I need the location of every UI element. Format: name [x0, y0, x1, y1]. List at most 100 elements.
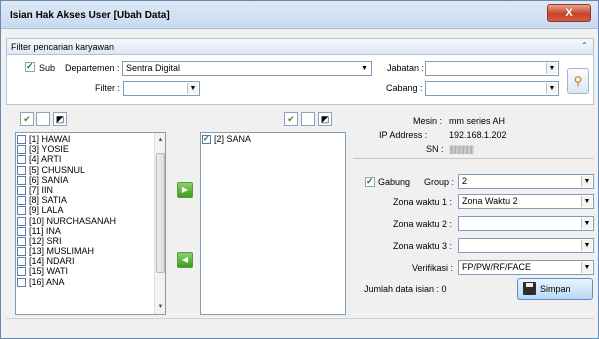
departemen-select[interactable]: Sentra Digital ▼: [122, 61, 372, 76]
list-item-checkbox[interactable]: [17, 206, 26, 216]
available-employee-list[interactable]: [1] HAWAI [3] YOSIE [4] ARTI [5] CHUSNUL [6]…: [15, 132, 166, 315]
list-item-label: [1] HAWAI: [29, 134, 71, 144]
group-select[interactable]: 2 ▼: [458, 174, 594, 189]
list-item-checkbox[interactable]: [17, 155, 26, 165]
list-item-checkbox[interactable]: [17, 165, 26, 175]
list-item-label: [9] LALA: [29, 205, 64, 216]
zona-waktu-2-select[interactable]: ▼: [458, 216, 594, 231]
close-button[interactable]: X: [547, 4, 591, 22]
list-item-checkbox[interactable]: [17, 247, 26, 257]
list-item[interactable]: [12] SRI: [16, 236, 165, 246]
zona-waktu-1-label: Zona waktu 1 :: [393, 197, 453, 207]
jumlah-data-isian: Jumlah data isian : 0: [364, 284, 447, 294]
list-item[interactable]: [3] YOSIE: [16, 144, 165, 155]
chevron-down-icon[interactable]: ▼: [581, 196, 592, 207]
list-item-checkbox[interactable]: [17, 145, 26, 155]
zona-waktu-3-select[interactable]: ▼: [458, 238, 594, 253]
chevron-down-icon[interactable]: ▼: [546, 83, 557, 94]
collapse-icon[interactable]: ⌃: [579, 41, 590, 52]
list-item-checkbox[interactable]: [17, 216, 26, 226]
jabatan-select[interactable]: ▼: [425, 61, 559, 76]
chevron-down-icon[interactable]: ▼: [581, 240, 592, 251]
list-item[interactable]: [10] NURCHASANAH: [16, 216, 165, 226]
zona-waktu-1-value: Zona Waktu 2: [462, 196, 518, 206]
check-all-left-icon[interactable]: ✔: [20, 112, 34, 126]
group-label: Group :: [424, 177, 455, 187]
uncheck-all-left-icon[interactable]: [36, 112, 50, 126]
left-list-scrollbar[interactable]: ▲ ▼: [154, 133, 165, 314]
save-icon: [523, 282, 536, 295]
list-item-checkbox[interactable]: [17, 196, 26, 206]
list-item-checkbox[interactable]: [17, 277, 26, 287]
list-item[interactable]: [9] LALA: [16, 205, 165, 216]
list-item-label: [5] CHUSNUL: [29, 164, 86, 175]
cabang-select[interactable]: ▼: [425, 81, 559, 96]
ip-address-value: 192.168.1.202: [449, 130, 507, 140]
selected-employee-list[interactable]: [2] SANA: [200, 132, 346, 315]
verifikasi-value: FP/PW/RF/FACE: [462, 262, 532, 272]
list-item-label: [14] NDARI: [29, 256, 75, 267]
scroll-down-icon[interactable]: ▼: [155, 302, 165, 312]
verifikasi-label: Verifikasi :: [412, 263, 454, 273]
move-left-button[interactable]: ◀: [177, 252, 193, 268]
list-item-checkbox[interactable]: [17, 236, 26, 246]
check-all-right-icon[interactable]: ✔: [284, 112, 298, 126]
filter-select[interactable]: ▼: [123, 81, 200, 96]
chevron-down-icon[interactable]: ▼: [581, 176, 592, 187]
list-item-label: [11] INA: [29, 225, 61, 236]
filter-header[interactable]: Filter pencarian karyawan ⌃: [6, 38, 594, 55]
departemen-value: Sentra Digital: [126, 63, 181, 73]
verifikasi-select[interactable]: FP/PW/RF/FACE ▼: [458, 260, 594, 275]
chevron-down-icon[interactable]: ▼: [359, 63, 370, 74]
section-divider: [353, 158, 594, 159]
zona-waktu-2-label: Zona waktu 2 :: [393, 219, 453, 229]
list-item[interactable]: [8] SATIA: [16, 195, 165, 206]
group-value: 2: [462, 176, 468, 186]
invert-selection-right-icon[interactable]: ◩: [318, 112, 332, 126]
save-button-label: Simpan: [540, 284, 571, 294]
list-item[interactable]: [2] SANA: [201, 134, 345, 144]
list-item-label: [12] SRI: [29, 235, 62, 246]
list-item-checkbox[interactable]: [17, 135, 26, 144]
list-item[interactable]: [15] WATI: [16, 266, 165, 277]
list-item[interactable]: [16] ANA: [16, 277, 165, 287]
list-item-checkbox[interactable]: [17, 267, 26, 277]
gabung-checkbox[interactable]: [365, 176, 375, 187]
list-item[interactable]: [11] INA: [16, 226, 165, 236]
list-item[interactable]: [1] HAWAI: [16, 134, 165, 144]
scroll-up-icon[interactable]: ▲: [155, 135, 165, 145]
list-item-label: [2] SANA: [214, 134, 252, 144]
list-item-checkbox[interactable]: [17, 257, 26, 267]
list-item-label: [15] WATI: [29, 266, 69, 277]
sn-label: SN :: [426, 144, 444, 154]
ip-address-label: IP Address :: [379, 130, 428, 140]
filter-label: Filter :: [95, 83, 121, 93]
chevron-down-icon[interactable]: ▼: [581, 262, 592, 273]
sub-checkbox[interactable]: [25, 61, 35, 72]
chevron-down-icon[interactable]: ▼: [581, 218, 592, 229]
invert-selection-left-icon[interactable]: ◩: [53, 112, 67, 126]
chevron-down-icon[interactable]: ▼: [187, 83, 198, 94]
title-bar[interactable]: Isian Hak Akses User [Ubah Data] X: [1, 1, 598, 29]
move-right-button[interactable]: ▶: [177, 182, 193, 198]
list-item-label: [8] SATIA: [29, 195, 67, 206]
list-item-checkbox[interactable]: [17, 226, 26, 236]
list-item[interactable]: [13] MUSLIMAH: [16, 246, 165, 257]
uncheck-all-right-icon[interactable]: [301, 112, 315, 126]
list-item-checkbox[interactable]: [17, 185, 26, 195]
chevron-down-icon[interactable]: ▼: [546, 63, 557, 74]
list-item-checkbox[interactable]: [202, 134, 211, 144]
list-item[interactable]: [7] IIN: [16, 185, 165, 195]
list-item-checkbox[interactable]: [17, 175, 26, 185]
mesin-label: Mesin :: [413, 116, 443, 126]
zona-waktu-1-select[interactable]: Zona Waktu 2 ▼: [458, 194, 594, 209]
cabang-label: Cabang :: [386, 83, 423, 93]
list-item-label: [6] SANIA: [29, 174, 69, 185]
list-item[interactable]: [6] SANIA: [16, 175, 165, 185]
list-item[interactable]: [14] NDARI: [16, 256, 165, 267]
search-button[interactable]: ⚲: [567, 68, 589, 94]
scroll-thumb[interactable]: [156, 153, 165, 273]
list-item[interactable]: [4] ARTI: [16, 154, 165, 165]
save-button[interactable]: Simpan: [517, 278, 593, 300]
list-item[interactable]: [5] CHUSNUL: [16, 165, 165, 175]
